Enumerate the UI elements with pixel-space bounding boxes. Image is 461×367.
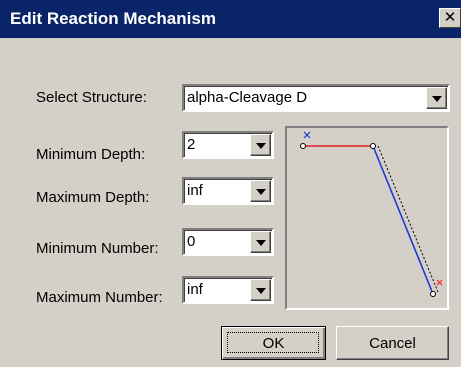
minimum-number-value: 0	[187, 233, 196, 250]
minimum-depth-value: 2	[187, 136, 196, 153]
ok-button[interactable]: OK	[221, 326, 326, 360]
end-marker	[436, 279, 443, 286]
minimum-depth-dropdown[interactable]: 2	[182, 131, 274, 159]
chevron-down-icon	[432, 96, 442, 102]
structure-preview-graphic	[300, 131, 443, 297]
maximum-depth-dropdown[interactable]: inf	[182, 177, 274, 205]
window-title: Edit Reaction Mechanism	[10, 9, 216, 28]
cancel-button-label: Cancel	[369, 335, 416, 352]
maximum-number-value: inf	[187, 281, 203, 298]
chevron-down-icon	[256, 288, 266, 294]
title-bar[interactable]: Edit Reaction Mechanism ✕	[0, 0, 461, 38]
ok-button-label: OK	[262, 335, 285, 352]
diagonal-bond	[372, 145, 434, 295]
select-structure-dropdown-button[interactable]	[426, 87, 447, 109]
select-structure-value: alpha-Cleavage D	[187, 89, 308, 106]
structure-preview	[285, 126, 449, 310]
start-marker	[303, 131, 311, 139]
chevron-down-icon	[256, 143, 266, 149]
close-icon: ✕	[443, 8, 457, 26]
select-structure-dropdown[interactable]: alpha-Cleavage D	[182, 84, 450, 112]
close-button[interactable]: ✕	[439, 8, 461, 28]
maximum-number-dropdown[interactable]: inf	[182, 276, 274, 304]
cancel-button[interactable]: Cancel	[336, 326, 449, 360]
atom-middle	[370, 143, 376, 149]
minimum-number-dropdown-button[interactable]	[250, 231, 271, 253]
maximum-depth-value: inf	[187, 182, 203, 199]
minimum-depth-dropdown-button[interactable]	[250, 134, 271, 156]
atom-end	[430, 291, 436, 297]
select-structure-label: Select Structure:	[36, 89, 147, 106]
atom-start	[300, 143, 306, 149]
diagonal-bond-second	[377, 145, 439, 293]
maximum-depth-label: Maximum Depth:	[36, 189, 150, 206]
maximum-depth-dropdown-button[interactable]	[250, 180, 271, 202]
edit-reaction-mechanism-dialog: Edit Reaction Mechanism ✕ Select Structu…	[0, 0, 461, 367]
minimum-number-label: Minimum Number:	[36, 240, 159, 257]
minimum-depth-label: Minimum Depth:	[36, 146, 146, 163]
maximum-number-label: Maximum Number:	[36, 289, 163, 306]
minimum-number-dropdown[interactable]: 0	[182, 228, 274, 256]
maximum-number-dropdown-button[interactable]	[250, 279, 271, 301]
chevron-down-icon	[256, 189, 266, 195]
chevron-down-icon	[256, 240, 266, 246]
